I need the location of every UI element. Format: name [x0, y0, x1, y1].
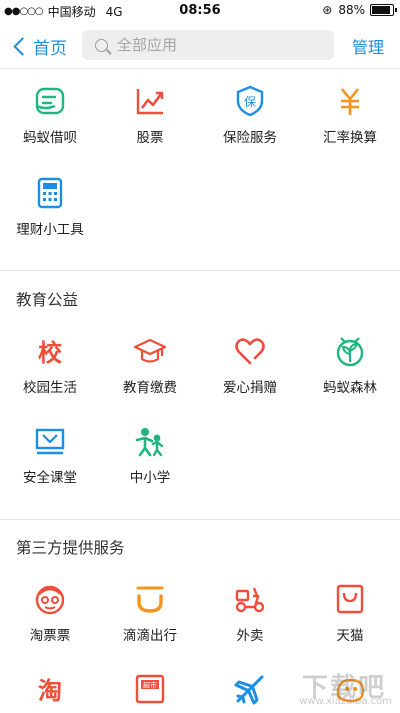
app-item-supermarket[interactable]: 超市	[100, 672, 200, 706]
app-item-insurance[interactable]: 保 保险服务	[200, 84, 300, 146]
back-label: 首页	[33, 39, 67, 59]
section-title-education: 教育公益	[16, 291, 79, 309]
tmall-bag-icon	[336, 584, 364, 614]
app-item-label: 汇率换算	[323, 130, 377, 146]
taopiaopiao-icon	[35, 585, 65, 615]
app-item-takeout[interactable]: 外卖	[200, 582, 300, 644]
manage-button[interactable]: 管理	[352, 34, 384, 58]
app-item-label: 教育缴费	[123, 380, 177, 396]
safety-classroom-icon	[35, 428, 65, 455]
app-item-stock[interactable]: 股票	[100, 84, 200, 146]
nav-bar: 首页 管理	[0, 22, 400, 69]
chevron-left-icon	[13, 37, 32, 56]
battery-percentage: 88%	[338, 3, 365, 17]
app-item-label: 股票	[136, 130, 164, 146]
app-item-ant-borrow[interactable]: 蚂蚁借呗	[0, 84, 100, 146]
app-item-primary-school[interactable]: 中小学	[100, 424, 200, 486]
app-item-education-fee[interactable]: 教育缴费	[100, 334, 200, 396]
app-item-finance-tools[interactable]: 理财小工具	[0, 176, 100, 238]
app-item-label: 理财小工具	[16, 222, 84, 238]
calculator-icon	[37, 177, 63, 209]
app-item-label: 滴滴出行	[123, 628, 177, 644]
search-bar[interactable]	[82, 30, 334, 60]
section-divider	[0, 270, 400, 281]
app-item-didi[interactable]: 滴滴出行	[100, 582, 200, 644]
sprout-icon	[336, 337, 364, 367]
app-item-label: 安全课堂	[23, 470, 77, 486]
app-item-label: 外卖	[236, 628, 264, 644]
supermarket-icon: 超市	[135, 674, 165, 704]
graduation-cap-icon	[133, 338, 167, 363]
insurance-shield-icon: 保	[236, 85, 264, 117]
app-item-label: 爱心捐赠	[223, 380, 277, 396]
taobao-icon: 淘	[38, 677, 62, 705]
battery-icon	[370, 4, 397, 16]
app-item-campus-life[interactable]: 校 校园生活	[0, 334, 100, 396]
svg-text:淘: 淘	[38, 677, 62, 705]
yuan-exchange-icon	[340, 88, 360, 115]
watermark-url: www.xiazaiba.com	[299, 696, 392, 707]
search-input[interactable]	[117, 36, 317, 54]
section-title-third-party: 第三方提供服务	[16, 539, 125, 557]
status-bar: ●●○○○ 中国移动 4G 08:56 ⊛ 88%	[0, 0, 400, 22]
watermark-logo: 下载吧 www.xiazaiba.com	[252, 667, 392, 707]
app-item-safety-classroom[interactable]: 安全课堂	[0, 424, 100, 486]
app-item-label: 保险服务	[223, 130, 277, 146]
svg-text:校: 校	[38, 339, 63, 367]
section-divider	[0, 519, 400, 530]
app-item-label: 天猫	[336, 628, 364, 644]
scooter-icon	[235, 587, 265, 613]
app-item-taopiaopiao[interactable]: 淘票票	[0, 582, 100, 644]
app-item-label: 蚂蚁森林	[323, 380, 377, 396]
didi-icon	[136, 586, 164, 613]
heart-icon	[235, 338, 265, 365]
app-item-taobao[interactable]: 淘	[0, 672, 100, 706]
search-icon	[95, 38, 108, 52]
ant-borrow-icon	[35, 87, 65, 115]
app-item-ant-forest[interactable]: 蚂蚁森林	[300, 334, 400, 396]
orientation-lock-icon: ⊛	[322, 3, 333, 17]
back-button[interactable]: 首页	[10, 34, 67, 59]
app-item-label: 校园生活	[23, 380, 77, 396]
app-item-exchange[interactable]: 汇率换算	[300, 84, 400, 146]
svg-text:超市: 超市	[143, 681, 157, 690]
app-item-label: 蚂蚁借呗	[23, 130, 77, 146]
app-item-label: 淘票票	[29, 628, 71, 644]
app-item-tmall[interactable]: 天猫	[300, 582, 400, 644]
stock-chart-icon	[136, 89, 164, 115]
svg-text:保: 保	[244, 95, 256, 109]
app-item-label: 中小学	[129, 470, 171, 486]
app-item-donation[interactable]: 爱心捐赠	[200, 334, 300, 396]
kids-icon	[135, 428, 164, 457]
school-char-icon: 校	[38, 339, 63, 367]
